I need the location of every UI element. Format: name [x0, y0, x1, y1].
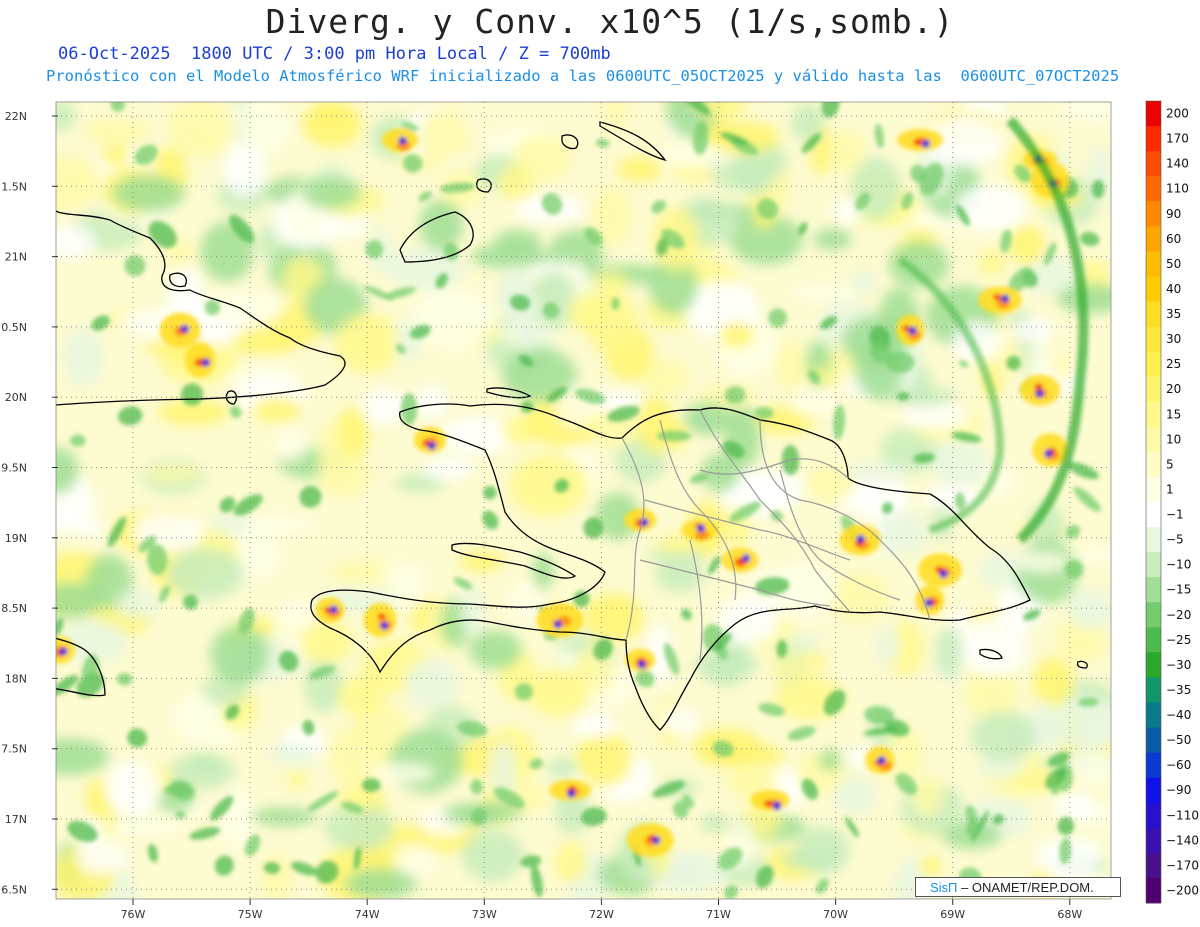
colorbar-swatch: [1146, 752, 1161, 779]
colorbar-swatch: [1146, 627, 1161, 653]
colorbar-swatch: [1146, 251, 1161, 277]
colorbar: 200 170 140 110 90 60 50 40 35 30 25 20 15 10 5 1 −1 −5 −1…: [1145, 100, 1199, 904]
latitude-labels: 22N 1.5N 21N 0.5N 20N 9.5N 19N 8.5N 18N 7.5N 17N 6.…: [1, 110, 58, 896]
lat-label: 6.5N: [1, 883, 27, 896]
colorbar-swatch: [1146, 777, 1161, 804]
colorbar-swatch: [1146, 176, 1161, 202]
colorbar-swatch: [1146, 476, 1161, 503]
colorbar-label: 25: [1166, 357, 1181, 371]
colorbar-label: 60: [1166, 232, 1181, 246]
map-canvas: 22N 1.5N 21N 0.5N 20N 9.5N 19N 8.5N 18N 7.5N 17N 6.…: [1, 100, 1199, 921]
lon-label: 76W: [121, 908, 146, 921]
lat-label: 21N: [5, 251, 27, 264]
lat-label: 0.5N: [1, 321, 27, 334]
colorbar-label: −1: [1166, 508, 1184, 522]
colorbar-label: −35: [1166, 683, 1191, 697]
lat-label: 1.5N: [1, 180, 27, 193]
colorbar-swatch: [1146, 326, 1161, 353]
colorbar-swatch: [1146, 276, 1161, 302]
colorbar-swatch: [1146, 527, 1161, 553]
colorbar-swatch: [1146, 677, 1161, 703]
lon-label: 68W: [1057, 908, 1082, 921]
colorbar-label: 90: [1166, 207, 1181, 221]
colorbar-label: 110: [1166, 182, 1189, 196]
colorbar-swatch: [1146, 451, 1161, 478]
lat-label: 7.5N: [1, 743, 27, 756]
colorbar-swatch: [1146, 552, 1161, 578]
colorbar-swatch: [1146, 151, 1161, 177]
colorbar-label: 10: [1166, 432, 1181, 446]
colorbar-label: 40: [1166, 282, 1181, 296]
colorbar-label: 30: [1166, 332, 1181, 346]
colorbar-label: 50: [1166, 257, 1181, 271]
colorbar-swatch: [1146, 201, 1161, 227]
colorbar-label: 1: [1166, 482, 1174, 496]
colorbar-label: 35: [1166, 307, 1181, 321]
colorbar-label: −50: [1166, 733, 1191, 747]
colorbar-swatch: [1146, 702, 1161, 729]
colorbar-label: 20: [1166, 382, 1181, 396]
lon-label: 72W: [589, 908, 614, 921]
colorbar-label: −170: [1166, 858, 1199, 872]
colorbar-swatch: [1146, 126, 1161, 152]
colorbar-label: −40: [1166, 708, 1191, 722]
colorbar-swatch: [1146, 226, 1161, 252]
colorbar-swatch: [1146, 827, 1161, 854]
colorbar-swatch: [1146, 301, 1161, 328]
colorbar-swatch: [1146, 877, 1161, 904]
lat-label: 18N: [5, 672, 27, 685]
colorbar-label: −20: [1166, 608, 1191, 622]
lat-label: 19N: [5, 532, 27, 545]
colorbar-label: −60: [1166, 758, 1191, 772]
lon-label: 75W: [238, 908, 263, 921]
colorbar-label: 170: [1166, 132, 1189, 146]
colorbar-label: −25: [1166, 633, 1191, 647]
colorbar-swatch: [1146, 351, 1161, 378]
colorbar-label: −140: [1166, 833, 1199, 847]
colorbar-label: 15: [1166, 407, 1181, 421]
credit-text: – ONAMET/REP.DOM.: [961, 880, 1094, 895]
lat-label: 17N: [5, 813, 27, 826]
lat-label: 8.5N: [1, 602, 27, 615]
lat-label: 9.5N: [1, 462, 27, 475]
lon-label: 74W: [355, 908, 380, 921]
longitude-labels: 76W 75W 74W 73W 72W 71W 70W 69W 68W: [121, 899, 1082, 921]
colorbar-swatch: [1146, 852, 1161, 879]
colorbar-swatch: [1146, 727, 1161, 754]
lon-label: 69W: [940, 908, 965, 921]
colorbar-label: −5: [1166, 533, 1184, 547]
lat-label: 22N: [5, 110, 27, 123]
colorbar-swatch: [1146, 652, 1161, 678]
colorbar-label: −10: [1166, 558, 1191, 572]
colorbar-label: −90: [1166, 783, 1191, 797]
colorbar-swatch: [1146, 802, 1161, 829]
lon-label: 71W: [706, 908, 731, 921]
colorbar-swatch: [1146, 101, 1161, 127]
colorbar-swatch: [1146, 376, 1161, 403]
colorbar-swatch: [1146, 502, 1161, 528]
colorbar-swatch: [1146, 577, 1161, 603]
colorbar-label: 140: [1166, 157, 1189, 171]
colorbar-label: −15: [1166, 583, 1191, 597]
colorbar-label: −200: [1166, 883, 1199, 897]
credit-brand: SisΠ: [930, 880, 958, 895]
colorbar-label: −30: [1166, 658, 1191, 672]
divergence-field: [56, 102, 1111, 899]
lon-label: 70W: [823, 908, 848, 921]
colorbar-label: −110: [1166, 808, 1199, 822]
colorbar-label: 5: [1166, 457, 1174, 471]
credit-box: SisΠ – ONAMET/REP.DOM.: [915, 877, 1121, 897]
lon-label: 73W: [472, 908, 497, 921]
colorbar-swatch: [1146, 426, 1161, 453]
colorbar-swatch: [1146, 602, 1161, 628]
lat-label: 20N: [5, 391, 27, 404]
colorbar-label: 200: [1166, 107, 1189, 121]
colorbar-swatch: [1146, 401, 1161, 428]
